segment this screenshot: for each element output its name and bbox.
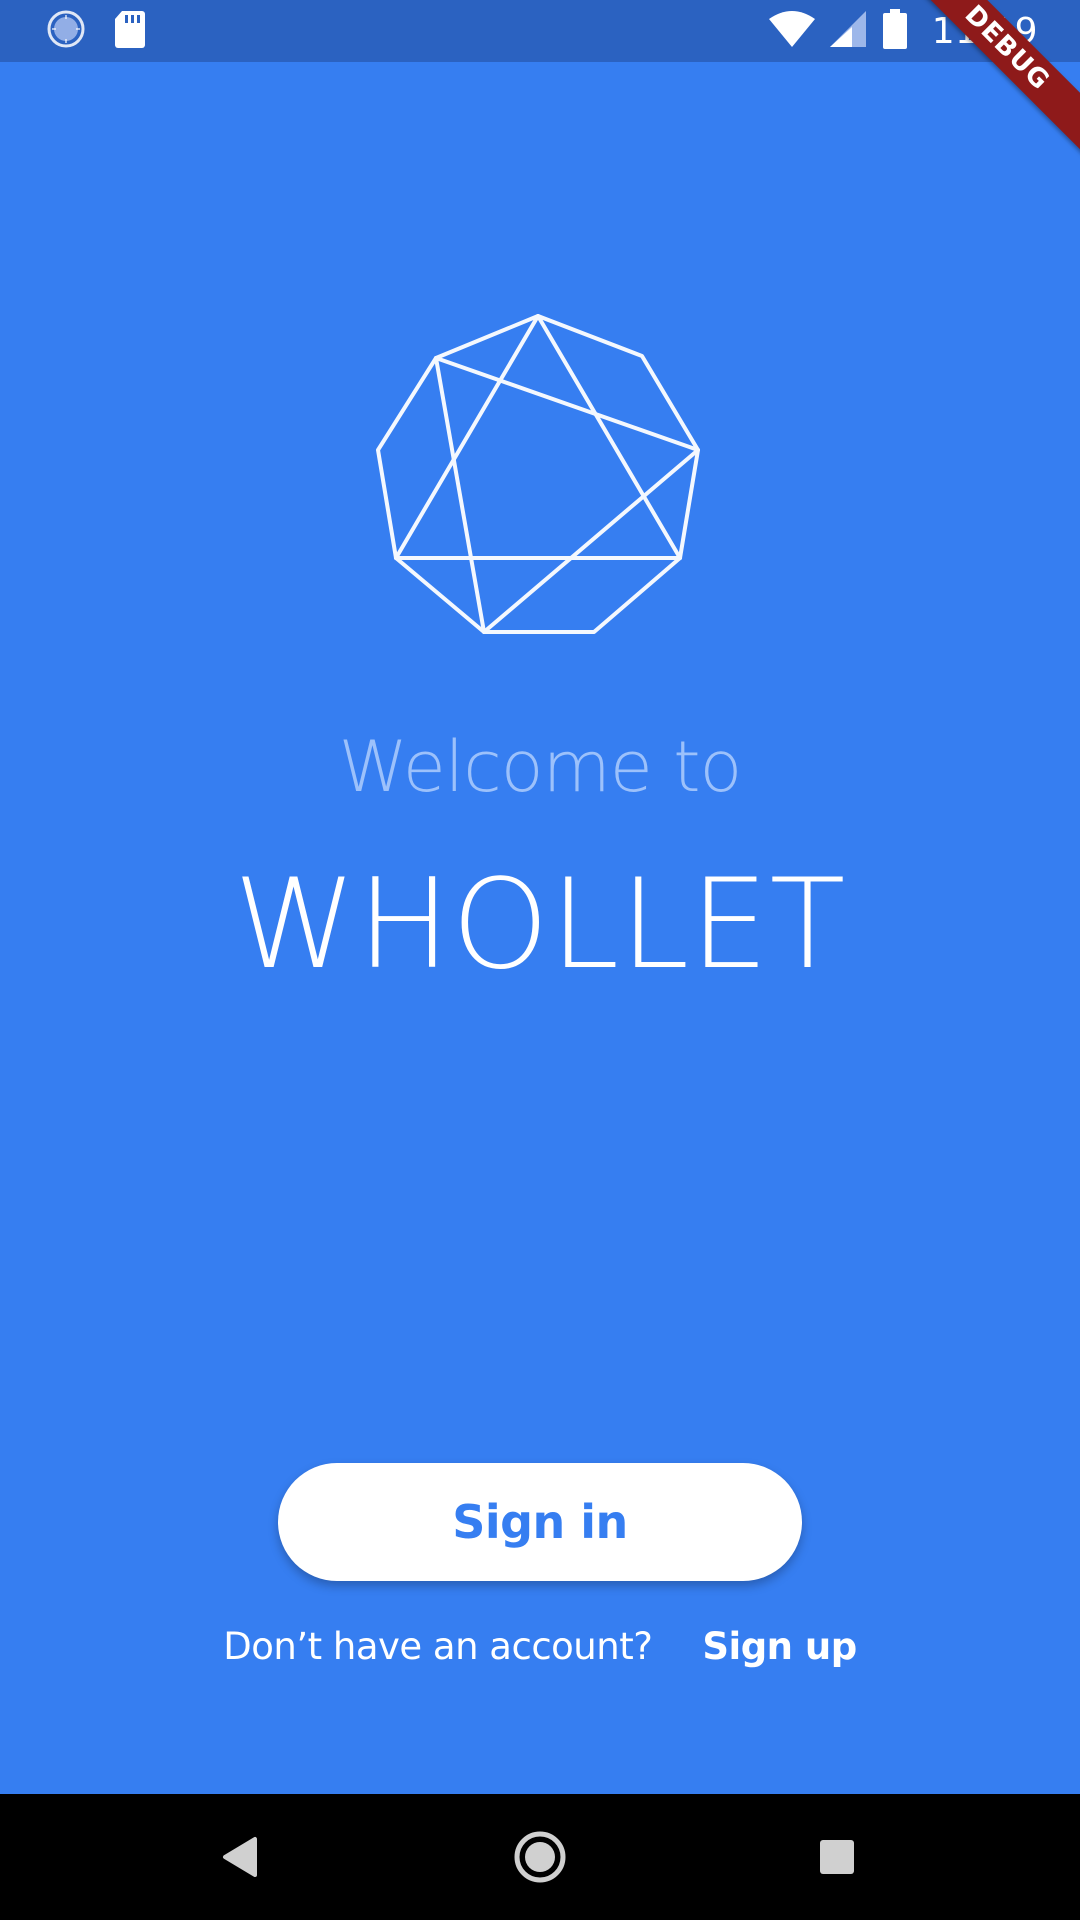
status-bar: 11:19 xyxy=(0,0,1080,62)
sign-up-link[interactable]: Sign up xyxy=(702,1625,857,1668)
sd-card-icon xyxy=(114,9,146,53)
app-name-title: WHOLLET xyxy=(233,853,847,997)
recents-icon[interactable] xyxy=(804,1824,870,1890)
welcome-greeting: Welcome to xyxy=(338,726,743,808)
home-icon[interactable] xyxy=(507,1824,573,1890)
navigation-bar xyxy=(0,1794,1080,1920)
sign-in-button[interactable]: Sign in xyxy=(278,1463,802,1581)
signal-icon xyxy=(829,9,868,53)
back-icon[interactable] xyxy=(208,1824,274,1890)
status-left-icons xyxy=(46,10,146,52)
wifi-icon xyxy=(768,9,816,53)
app-logo xyxy=(372,310,708,642)
app-screen: 11:19 DEBUG Welcome to WHOLLET Sign in D… xyxy=(0,0,1080,1920)
signup-row: Don’t have an account? Sign up xyxy=(0,1616,1080,1676)
battery-icon xyxy=(882,9,908,53)
signup-prompt-text: Don’t have an account? xyxy=(223,1624,653,1668)
sync-icon xyxy=(46,9,86,53)
